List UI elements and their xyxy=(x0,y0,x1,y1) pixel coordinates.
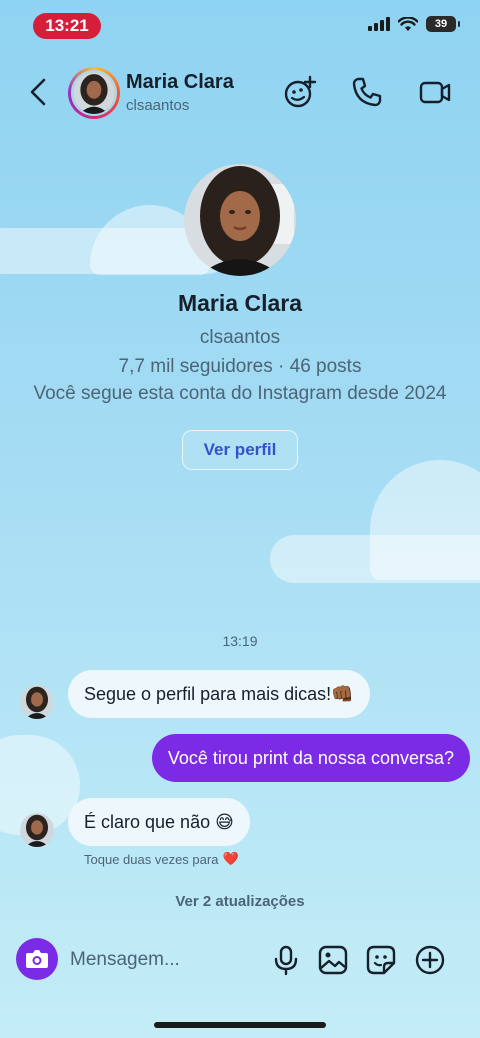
heart-icon[interactable]: ❤️ xyxy=(222,851,238,867)
microphone-icon[interactable] xyxy=(270,944,302,976)
view-updates-link[interactable]: Ver 2 atualizações xyxy=(0,893,480,910)
chat-header: Maria Clara clsaantos xyxy=(0,62,480,124)
header-avatar[interactable] xyxy=(68,67,120,119)
avatar-photo xyxy=(20,813,54,847)
wifi-icon xyxy=(398,16,418,31)
sticker-icon[interactable] xyxy=(365,944,397,976)
phone-icon[interactable] xyxy=(350,75,384,109)
profile-follow-info: Você segue esta conta do Instagram desde… xyxy=(33,383,447,404)
cellular-signal-icon xyxy=(368,17,390,31)
home-indicator[interactable] xyxy=(154,1022,326,1028)
profile-photo[interactable] xyxy=(184,164,296,276)
message-bubble-outgoing[interactable]: Você tirou print da nossa conversa? xyxy=(151,734,470,782)
view-profile-button[interactable]: Ver perfil xyxy=(182,430,298,470)
cloud-background xyxy=(0,0,480,1038)
profile-name: Maria Clara xyxy=(177,290,302,316)
header-name[interactable]: Maria Clara xyxy=(126,71,234,94)
profile-stats: 7,7 mil seguidores · 46 posts xyxy=(118,356,362,377)
video-camera-icon[interactable] xyxy=(418,75,452,109)
avatar-photo xyxy=(73,72,115,114)
message-composer xyxy=(0,936,480,984)
status-icons: 39 xyxy=(368,16,460,32)
message-bubble-incoming[interactable]: Segue o perfil para mais dicas!👊🏾 xyxy=(68,670,370,718)
image-icon[interactable] xyxy=(317,944,349,976)
chat-timestamp: 13:19 xyxy=(222,633,258,649)
status-time: 13:21 xyxy=(33,13,101,39)
message-input[interactable] xyxy=(70,946,260,974)
back-arrow-icon[interactable] xyxy=(24,76,54,108)
message-avatar[interactable] xyxy=(20,813,54,847)
battery-indicator: 39 xyxy=(426,16,460,32)
camera-button[interactable] xyxy=(16,938,58,980)
reaction-hint: Toque duas vezes para ❤️ xyxy=(84,851,239,867)
profile-username: clsaantos xyxy=(199,327,281,348)
avatar-photo xyxy=(20,685,54,719)
camera-icon xyxy=(26,950,48,968)
reaction-hint-text: Toque duas vezes para xyxy=(84,851,219,867)
add-effects-icon[interactable] xyxy=(283,75,317,109)
message-bubble-incoming[interactable]: É claro que não 😅 xyxy=(68,798,250,846)
header-username[interactable]: clsaantos xyxy=(126,97,189,114)
message-avatar[interactable] xyxy=(20,685,54,719)
profile-photo-image xyxy=(184,164,296,276)
plus-icon[interactable] xyxy=(414,944,446,976)
status-bar: 13:21 39 xyxy=(0,10,480,44)
